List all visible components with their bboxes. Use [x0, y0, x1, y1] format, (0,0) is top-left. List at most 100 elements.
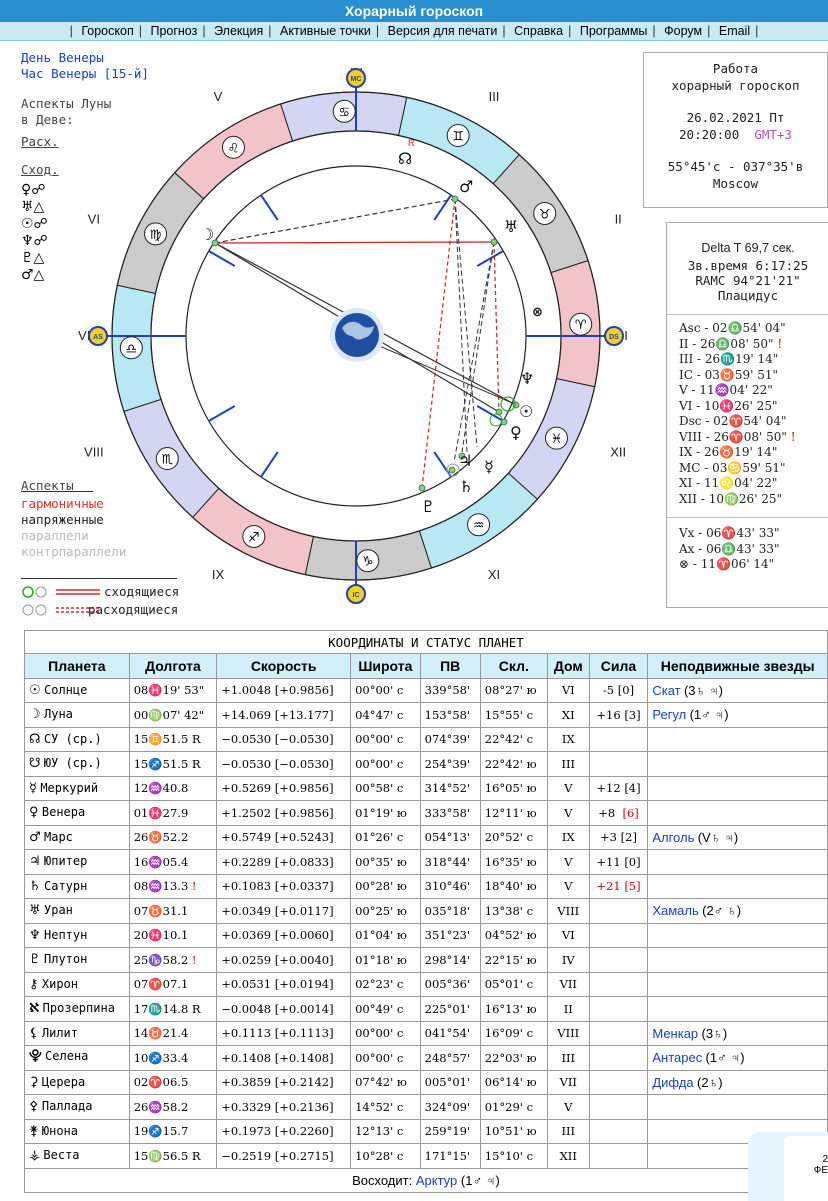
planet-name: Венера [41, 805, 86, 820]
fixed-star-rulers: (1♂ ♃) [705, 1050, 745, 1066]
planet-icon: ⚵ [29, 1123, 39, 1139]
chart-time-row: 20:20:00 GMT+3 [644, 127, 827, 142]
retrograde-mark: R [408, 138, 415, 148]
power-cell: +16 [3] [588, 702, 649, 728]
pluto-glyph: ♇ [421, 497, 435, 516]
latitude-cell: 00°00' с [350, 726, 421, 752]
house-cell: VIII [546, 898, 590, 924]
fixed-star-link[interactable]: Антарес [652, 1050, 702, 1065]
menu-programs[interactable]: Программы [580, 24, 648, 38]
fixed-star-link[interactable]: Менкар [652, 1026, 698, 1041]
stars-cell [647, 971, 828, 997]
latitude-cell: 01°26' с [350, 824, 421, 850]
stars-cell: Хамаль (2♂ ♄) [647, 898, 828, 924]
fixed-star-link[interactable]: Алголь [652, 830, 694, 845]
planet-icon: ♅ [29, 903, 41, 919]
planet-cell: ⚷ Хирон [24, 971, 130, 997]
separating-link[interactable]: Расх. [21, 134, 59, 150]
zodiac-sign-glyph: ♑ [362, 555, 374, 570]
planet-cell: ⚴ Паллада [24, 1094, 130, 1120]
power-cell [588, 726, 649, 752]
planet-cell: ☿ Меркурий [24, 775, 130, 801]
chart-city: Moscow [712, 176, 759, 191]
house-cusp-line [260, 451, 279, 478]
speed-cell: +1.2502 [+0.9856] [216, 800, 352, 826]
point-row: Ax - 06♎43' 33" [679, 541, 780, 556]
planet-cell: ⚳ Церера [24, 1069, 130, 1095]
table-row: ⚴ Паллада 26♒58.2 +0.3329 [+0.2136] 14°52' … [24, 1094, 828, 1120]
planet-cell: ⯓ Селена [24, 1045, 130, 1071]
stars-cell: Регул (1♂ ♃) [647, 702, 828, 728]
table-row: ♆ Нептун 20♓10.1 +0.0369 [+0.0060] 01°04' ю… [24, 922, 828, 948]
menu-forecast[interactable]: Прогноз [150, 24, 197, 38]
sidereal-time: Зв.время 6:17:25 [687, 258, 809, 273]
longitude-cell: 15♍56.5 R [128, 1143, 218, 1169]
widget-text-1: 2 [822, 1154, 828, 1165]
menu-election[interactable]: Элекция [214, 24, 263, 38]
power-cell [588, 996, 649, 1022]
chart-type: хорарный гороскоп [671, 78, 800, 93]
table-row: ♂ Марс 26♉52.2 +0.5749 [+0.5243] 01°26' с 05… [24, 824, 828, 850]
zodiac-sign-glyph: ♐ [248, 530, 260, 545]
fixed-star-link[interactable]: Дифда [652, 1075, 693, 1090]
house-number: I [624, 328, 628, 343]
latitude-cell: 00°58' с [350, 775, 421, 801]
cusp-row: IX - 26♉19' 14" [679, 445, 778, 459]
house-number: XI [488, 567, 500, 582]
fixed-star-link[interactable]: Хамаль [652, 903, 698, 918]
declination-cell: 20°52' с [479, 824, 548, 850]
table-row: ⯓ Селена 10♐33.4 +0.1408 [+0.1408] 00°00' с… [24, 1045, 828, 1071]
menu-print-version[interactable]: Версия для печати [388, 24, 498, 38]
latitude-cell: 00°00' с [350, 1020, 421, 1046]
col-house: Дом [546, 653, 590, 679]
planet-icon: ♇ [29, 952, 41, 968]
zodiac-sign-glyph: ♈ [575, 318, 587, 333]
applying-link[interactable]: Сход. [21, 162, 59, 178]
longitude-cell: 14♉21.4 [128, 1020, 218, 1046]
menu-active-points[interactable]: Активные точки [280, 24, 371, 38]
speed-cell: +14.069 [+13.177] [216, 702, 352, 728]
page-title: Хорарный гороскоп [0, 0, 828, 22]
declination-cell: 10°51' ю [479, 1118, 548, 1144]
menu-horoscope[interactable]: Гороскоп [81, 24, 133, 38]
stars-cell [647, 775, 828, 801]
fixed-star-link[interactable]: Регул [652, 707, 686, 722]
planet-icon: ⚸ [29, 1025, 39, 1041]
aspect-item: ☉☍ [21, 216, 48, 232]
menu-forum[interactable]: Форум [664, 24, 702, 38]
longitude-cell: 10♐33.4 [128, 1045, 218, 1071]
fixed-star-rulers: (3♄ ♃) [683, 682, 723, 698]
fortune-glyph: ⊗ [532, 305, 543, 320]
house-cusp-line [433, 451, 452, 478]
speed-cell: +0.5749 [+0.5243] [216, 824, 352, 850]
aspect-item: ♀☍ [21, 182, 46, 198]
floating-widget[interactable]: 2 ФЕ [748, 1132, 828, 1201]
col-power: Сила [588, 653, 649, 679]
table-row: ☽ Луна 00♍07' 42" +14.069 [+13.177] 04°47' … [24, 702, 828, 728]
house-system: Плацидус [717, 288, 779, 303]
menu-email[interactable]: Email [719, 24, 750, 38]
ra-cell: 035°18' [419, 898, 481, 924]
aspect-item: ♂△ [21, 267, 45, 283]
fixed-star-link[interactable]: Скат [652, 683, 680, 698]
latitude-cell: 07°42' ю [350, 1069, 421, 1095]
ra-cell: 324°09' [419, 1094, 481, 1120]
table-row: ♇ Плутон 25♑58.2 ! +0.0259 [+0.0040] 01°18'… [24, 947, 828, 973]
fixed-star-rulers: (2♄) [696, 1074, 723, 1090]
cusp-row: MC - 03♋59' 51" [679, 460, 786, 475]
longitude-cell: 17♏14.8 R [128, 996, 218, 1022]
chart-date: 26.02.2021 Пт [686, 110, 785, 125]
ra-cell: 351°23' [419, 922, 481, 948]
menu-bar: | Гороскоп | Прогноз | Элекция | Активные т… [0, 22, 828, 41]
ra-cell: 314°52' [419, 775, 481, 801]
table-row: ⚷ Хирон 07♈07.1 +0.0531 [+0.0194] 02°23' с0… [24, 971, 828, 997]
cusp-row: II - 26♎08' 50" ! [679, 336, 783, 351]
planet-name: Луна [44, 707, 73, 722]
menu-help[interactable]: Справка [514, 24, 563, 38]
house-number: XII [610, 445, 626, 460]
speed-cell: +0.3859 [+0.2142] [216, 1069, 352, 1095]
rising-star-link[interactable]: Арктур [416, 1173, 457, 1188]
planet-name: Плутон [44, 952, 88, 967]
ra-cell: 333°58' [419, 800, 481, 826]
fixed-star-rulers: (2♂ ♄) [702, 903, 742, 919]
